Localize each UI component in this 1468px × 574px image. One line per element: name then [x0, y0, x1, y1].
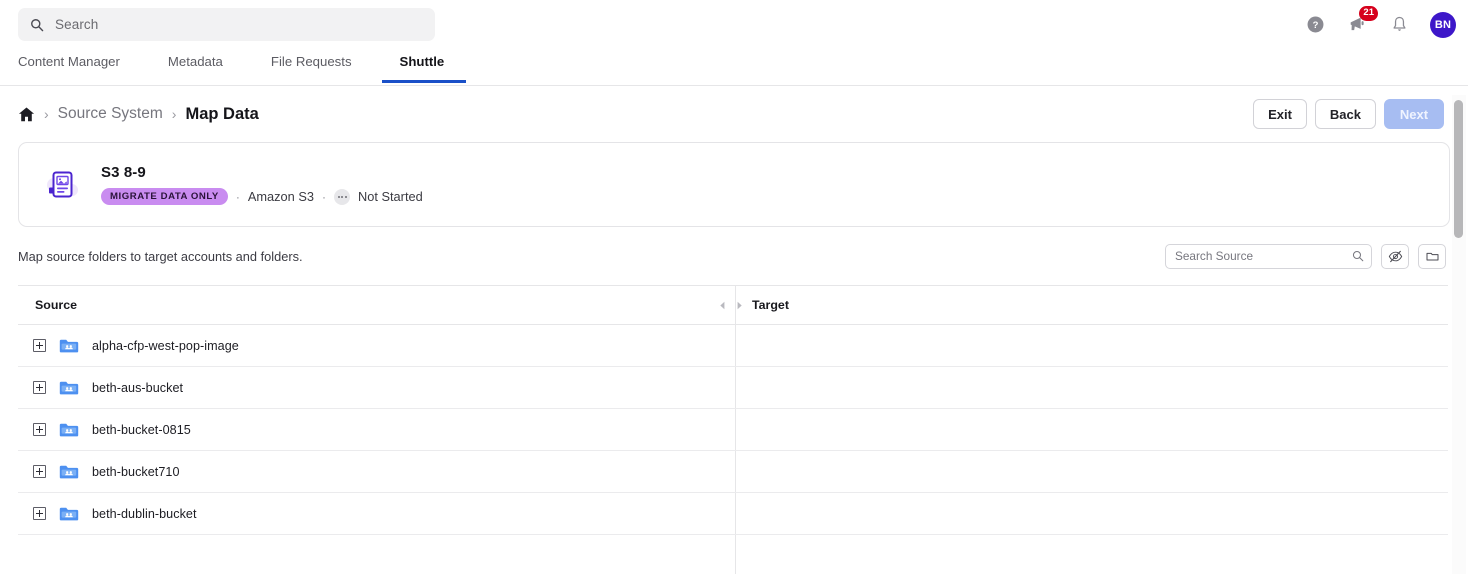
shared-folder-icon	[59, 339, 79, 352]
tab-shuttle[interactable]: Shuttle	[381, 49, 466, 83]
row-source-name: beth-aus-bucket	[92, 380, 184, 395]
search-icon	[1352, 250, 1364, 262]
job-card-wrap: S3 8-9 MIGRATE DATA ONLY · Amazon S3 · N…	[0, 142, 1468, 227]
job-subtitle: MIGRATE DATA ONLY · Amazon S3 · Not Star…	[101, 187, 423, 206]
vertical-scrollbar[interactable]	[1452, 95, 1466, 574]
global-search-placeholder: Search	[55, 17, 99, 32]
meta-separator-1: ·	[235, 189, 240, 204]
folder-icon	[1426, 252, 1438, 260]
new-folder-button[interactable]	[1418, 243, 1446, 269]
notifications-button[interactable]	[1388, 14, 1410, 36]
expand-icon[interactable]	[33, 339, 46, 352]
mapping-hint: Map source folders to target accounts an…	[18, 248, 303, 264]
exit-button[interactable]: Exit	[1253, 99, 1307, 129]
help-circle-icon: ?	[1307, 16, 1323, 33]
breadcrumb-separator-2: ›	[171, 106, 177, 122]
breadcrumb-row: › Source System › Map Data Exit Back Nex…	[0, 86, 1468, 142]
tab-file-requests[interactable]: File Requests	[271, 49, 352, 83]
row-source-cell: beth-bucket710	[18, 464, 735, 480]
eye-slash-icon	[1388, 250, 1402, 262]
back-button[interactable]: Back	[1314, 99, 1376, 129]
announcements-badge: 21	[1359, 5, 1378, 21]
shared-folder-icon	[59, 507, 79, 520]
mapping-table: Source Target alpha-cfp-west-pop-image b…	[18, 285, 1448, 574]
job-card: S3 8-9 MIGRATE DATA ONLY · Amazon S3 · N…	[18, 142, 1450, 227]
source-search-placeholder: Search Source	[1175, 249, 1254, 263]
table-toolbar: Map source folders to target accounts an…	[0, 227, 1468, 285]
table-toolbar-actions: Search Source	[1165, 243, 1446, 269]
job-card-meta: S3 8-9 MIGRATE DATA ONLY · Amazon S3 · N…	[101, 163, 423, 206]
table-row[interactable]: beth-dublin-bucket	[18, 493, 1448, 535]
global-search-input[interactable]: Search	[18, 8, 435, 41]
document-image-icon	[47, 171, 78, 197]
help-button[interactable]: ?	[1304, 14, 1326, 36]
row-source-name: alpha-cfp-west-pop-image	[92, 338, 239, 353]
top-bar-actions: ? 21 BN	[1304, 0, 1456, 49]
vertical-scrollbar-thumb[interactable]	[1454, 100, 1463, 238]
svg-text:?: ?	[1312, 20, 1318, 31]
tab-metadata[interactable]: Metadata	[168, 49, 223, 83]
breadcrumb-parent[interactable]: Source System	[58, 105, 163, 123]
shared-folder-icon	[59, 381, 79, 394]
table-header-row: Source Target	[18, 286, 1448, 325]
wizard-actions: Exit Back Next	[1253, 99, 1444, 129]
job-connector: Amazon S3	[247, 189, 314, 204]
tab-content-manager[interactable]: Content Manager	[18, 49, 120, 83]
expand-icon[interactable]	[33, 507, 46, 520]
page-title: Map Data	[185, 104, 259, 123]
shared-folder-icon	[59, 423, 79, 436]
table-row[interactable]: beth-bucket-0815	[18, 409, 1448, 451]
table-row[interactable]: beth-bucket710	[18, 451, 1448, 493]
column-header-source[interactable]: Source	[18, 298, 735, 312]
table-row[interactable]: beth-aus-bucket	[18, 367, 1448, 409]
column-resize-icon[interactable]	[719, 299, 743, 312]
row-source-name: beth-bucket-0815	[92, 422, 191, 437]
ellipsis-circle-icon	[334, 188, 350, 205]
job-status: Not Started	[358, 189, 423, 204]
mapping-table-wrap: Source Target alpha-cfp-west-pop-image b…	[0, 285, 1468, 574]
table-row[interactable]: alpha-cfp-west-pop-image	[18, 325, 1448, 367]
breadcrumb: › Source System › Map Data	[18, 105, 259, 124]
row-source-cell: beth-dublin-bucket	[18, 506, 735, 522]
next-button[interactable]: Next	[1384, 99, 1444, 129]
row-source-cell: beth-bucket-0815	[18, 422, 735, 438]
hide-unmapped-button[interactable]	[1381, 243, 1409, 269]
job-type-badge: MIGRATE DATA ONLY	[101, 187, 228, 206]
avatar[interactable]: BN	[1430, 11, 1456, 38]
meta-separator-2: ·	[322, 189, 326, 204]
row-source-cell: alpha-cfp-west-pop-image	[18, 338, 735, 354]
top-bar: Search ? 21 BN	[0, 0, 1468, 49]
expand-icon[interactable]	[33, 465, 46, 478]
column-header-target[interactable]: Target	[735, 298, 789, 312]
search-icon	[31, 18, 44, 31]
row-source-name: beth-bucket710	[92, 464, 180, 479]
shared-folder-icon	[59, 465, 79, 478]
breadcrumb-separator-1: ›	[44, 106, 49, 122]
source-search-input[interactable]: Search Source	[1165, 243, 1372, 269]
expand-icon[interactable]	[33, 423, 46, 436]
expand-icon[interactable]	[33, 381, 46, 394]
announcements-button[interactable]: 21	[1346, 5, 1378, 36]
home-icon[interactable]	[18, 106, 35, 123]
row-source-cell: beth-aus-bucket	[18, 380, 735, 396]
bell-icon	[1392, 16, 1406, 31]
primary-nav-tabs: Content Manager Metadata File Requests S…	[0, 49, 1468, 86]
row-source-name: beth-dublin-bucket	[92, 506, 197, 521]
job-title: S3 8-9	[101, 163, 146, 181]
